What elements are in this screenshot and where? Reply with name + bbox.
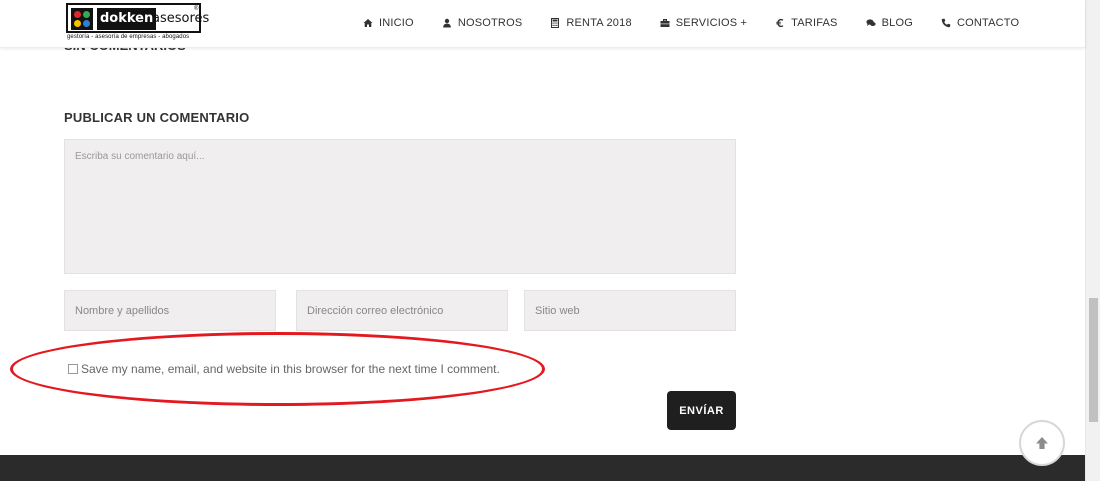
email-input[interactable] — [296, 290, 508, 331]
logo-box: dokken asesores ® — [66, 3, 209, 33]
nav-item-inicio[interactable]: INICIO — [363, 17, 414, 29]
scrollbar-thumb[interactable] — [1089, 298, 1098, 422]
nav-item-nosotros[interactable]: NOSOTROS — [442, 17, 523, 29]
nav-label: INICIO — [379, 17, 414, 29]
phone-icon — [941, 18, 951, 28]
nav-item-tarifas[interactable]: TARIFAS — [775, 17, 837, 29]
submit-comment-button[interactable]: ENVÍAR — [667, 391, 736, 430]
nav-label: CONTACTO — [956, 17, 1020, 29]
name-input[interactable] — [64, 290, 276, 331]
logo-dots-icon — [71, 8, 93, 30]
website-input[interactable] — [524, 290, 736, 331]
nav-label: TARIFAS — [791, 17, 838, 29]
briefcase-icon — [660, 18, 670, 28]
euro-icon — [775, 18, 785, 28]
logo-word-dokken: dokken — [97, 8, 157, 30]
nav-label: SERVICIOS + — [675, 17, 748, 29]
logo-tagline: gestoría - asesoría de empresas - abogad… — [67, 34, 190, 40]
site-footer — [0, 455, 1085, 481]
nav-item-blog[interactable]: BLOG — [865, 17, 913, 29]
home-icon — [363, 18, 373, 28]
main-nav: INICIO NOSOTROS RENTA 2018 SERVICIOS + T… — [363, 0, 1019, 46]
site-header: dokken asesores ® gestoría - asesoría de… — [0, 0, 1085, 48]
nav-item-renta[interactable]: RENTA 2018 — [550, 17, 632, 29]
nav-label: NOSOTROS — [457, 17, 523, 29]
calculator-icon — [550, 18, 560, 28]
comments-icon — [865, 18, 876, 28]
user-icon — [442, 18, 452, 28]
nav-label: BLOG — [881, 17, 913, 29]
save-info-consent[interactable]: Save my name, email, and website in this… — [68, 362, 500, 376]
logo[interactable]: dokken asesores ® gestoría - asesoría de… — [66, 3, 209, 43]
nav-label: RENTA 2018 — [566, 17, 632, 29]
nav-item-contacto[interactable]: CONTACTO — [941, 17, 1019, 29]
save-info-label: Save my name, email, and website in this… — [81, 362, 500, 376]
back-to-top-button[interactable] — [1019, 420, 1065, 466]
registered-mark: ® — [194, 6, 199, 12]
comment-textarea[interactable] — [64, 139, 736, 274]
logo-word-asesores: asesores — [152, 11, 210, 26]
arrow-up-icon — [1036, 437, 1048, 449]
nav-item-servicios[interactable]: SERVICIOS + — [660, 17, 747, 29]
save-info-checkbox[interactable] — [68, 364, 78, 374]
comment-form-title: PUBLICAR UN COMENTARIO — [64, 110, 250, 125]
page-scrollbar[interactable] — [1085, 0, 1100, 481]
